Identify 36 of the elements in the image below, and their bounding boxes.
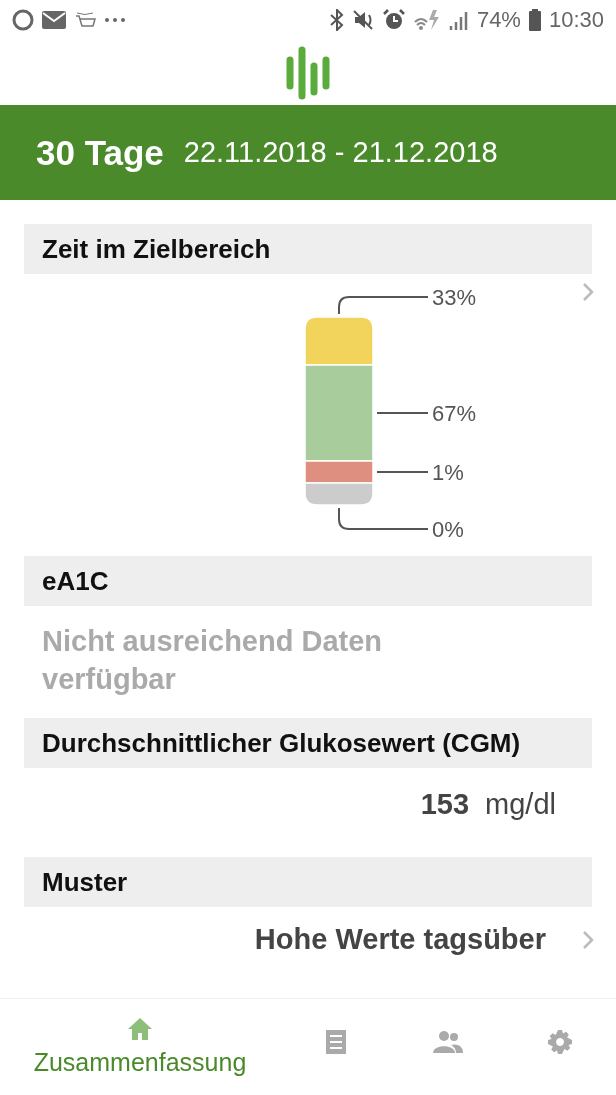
percent-label: 1%	[432, 460, 464, 485]
clock-time: 10:30	[548, 7, 604, 33]
chevron-icon[interactable]	[582, 929, 594, 950]
circle-icon	[12, 9, 34, 31]
leader-line	[376, 412, 429, 414]
no-data-message: Nicht ausreichend Daten verfügbar	[41, 624, 384, 697]
battery-percent: 74%	[476, 7, 521, 33]
cart-icon	[74, 10, 96, 30]
pattern-value: Hohe Werte tagsüber	[254, 923, 546, 956]
document-icon	[326, 1029, 346, 1054]
section-header: Muster	[24, 857, 592, 907]
bluetooth-icon	[328, 9, 345, 31]
wifi-icon	[412, 9, 441, 31]
mute-icon	[352, 10, 375, 30]
percent-label: 0%	[432, 517, 464, 542]
section-header: Zeit im Zielbereich	[24, 224, 592, 274]
chevron-icon[interactable]	[582, 282, 594, 302]
section-header: eA1C	[24, 556, 592, 606]
glucose-unit: mg/dl	[485, 788, 556, 821]
nav-tab[interactable]: Zusammenfassung	[0, 1018, 280, 1077]
logo-icon	[285, 45, 331, 100]
percent-label: 67%	[432, 401, 477, 426]
settings-icon	[548, 1029, 572, 1054]
date-range: 22.11.2018 - 21.12.2018	[183, 136, 498, 169]
home-icon	[128, 1018, 152, 1040]
battery-icon	[528, 9, 541, 31]
period-title: 30 Tage	[36, 132, 164, 173]
mail-icon	[42, 11, 66, 29]
more-icon	[104, 17, 126, 23]
section-header: Durchschnittlicher Glukosewert (CGM)	[24, 718, 592, 768]
percent-label: 33%	[432, 285, 477, 310]
people-icon	[433, 1030, 463, 1053]
alarm-icon	[382, 9, 405, 31]
leader-line	[376, 471, 429, 473]
signal-icon	[448, 10, 469, 30]
glucose-value: 153	[420, 788, 470, 821]
